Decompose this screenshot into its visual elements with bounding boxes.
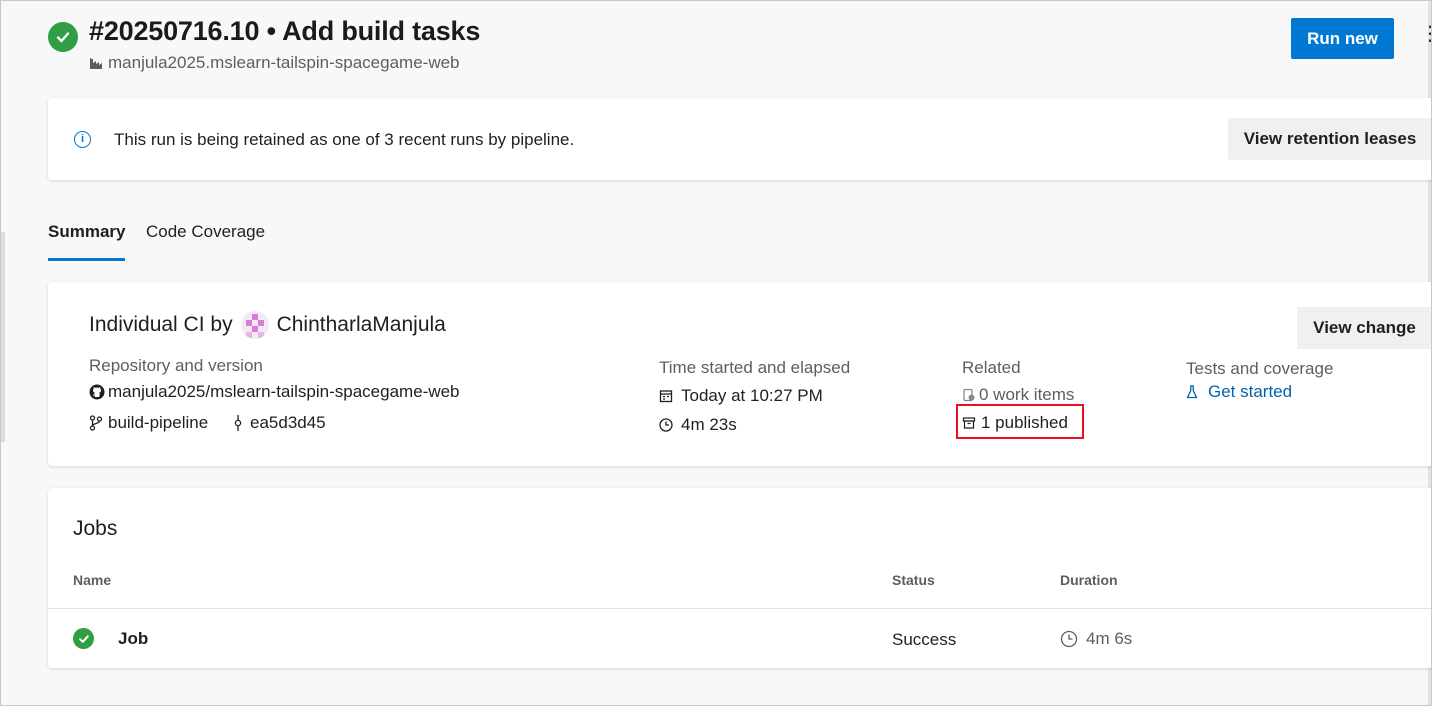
run-title: #20250716.10 • Add build tasks	[89, 16, 481, 46]
github-icon	[89, 384, 105, 400]
trigger-prefix: Individual CI by	[89, 313, 233, 336]
tests-label: Tests and coverage	[1186, 359, 1334, 378]
related-label: Related	[962, 358, 1021, 377]
retention-banner: i This run is being retained as one of 3…	[48, 98, 1432, 180]
clock-icon	[1060, 630, 1078, 648]
repo-version-label: Repository and version	[89, 356, 263, 375]
user-name[interactable]: ChintharlaManjula	[277, 313, 446, 337]
flask-icon	[1186, 385, 1198, 399]
success-check-icon	[48, 22, 78, 52]
elapsed-time: 4m 23s	[659, 415, 737, 435]
more-actions-icon[interactable]: ⋮	[1420, 24, 1432, 44]
jobs-divider	[48, 608, 1432, 609]
left-scrollbar[interactable]	[0, 232, 5, 442]
time-label: Time started and elapsed	[659, 358, 851, 377]
pipeline-repo-name: manjula2025.mslearn-tailspin-spacegame-w…	[108, 53, 460, 72]
start-time: Today at 10:27 PM	[659, 386, 823, 406]
work-items-link[interactable]: 0 work items	[962, 385, 1074, 405]
summary-card: Individual CI by ChintharlaManjula View …	[48, 282, 1432, 466]
jobs-card: Jobs Name Status Duration Job Success 4m…	[48, 488, 1432, 668]
column-header-name: Name	[73, 572, 112, 588]
elapsed-time-text: 4m 23s	[681, 415, 737, 434]
column-header-status: Status	[892, 572, 935, 588]
retention-message: This run is being retained as one of 3 r…	[114, 130, 575, 149]
repo-name: manjula2025/mslearn-tailspin-spacegame-w…	[108, 382, 460, 401]
tab-selected-indicator	[48, 258, 125, 261]
trigger-info: Individual CI by ChintharlaManjula	[89, 311, 446, 339]
work-items-text: 0 work items	[979, 385, 1075, 404]
jobs-title: Jobs	[73, 517, 118, 540]
start-time-text: Today at 10:27 PM	[681, 386, 823, 405]
commit-link[interactable]: ea5d3d45	[234, 413, 326, 433]
tab-summary[interactable]: Summary	[48, 222, 125, 242]
column-header-duration: Duration	[1060, 572, 1118, 588]
repo-link[interactable]: manjula2025/mslearn-tailspin-spacegame-w…	[89, 382, 460, 402]
view-retention-leases-button[interactable]: View retention leases	[1228, 118, 1432, 160]
branch-icon	[89, 415, 103, 431]
run-new-button[interactable]: Run new	[1291, 18, 1394, 59]
job-success-icon	[73, 628, 94, 649]
view-change-button[interactable]: View change	[1297, 307, 1432, 349]
avatar[interactable]	[240, 311, 269, 339]
job-duration-text: 4m 6s	[1086, 629, 1133, 648]
get-started-link[interactable]: Get started	[1186, 382, 1292, 402]
job-duration: 4m 6s	[1060, 629, 1132, 649]
pipeline-repo[interactable]: manjula2025.mslearn-tailspin-spacegame-w…	[89, 53, 460, 73]
tab-code-coverage[interactable]: Code Coverage	[146, 222, 265, 242]
work-item-icon	[963, 388, 975, 402]
get-started-text: Get started	[1208, 382, 1293, 401]
clock-icon	[659, 418, 673, 432]
branch-link[interactable]: build-pipeline	[89, 413, 208, 433]
branch-name: build-pipeline	[108, 413, 209, 432]
calendar-icon	[659, 390, 673, 403]
published-highlight	[956, 404, 1084, 439]
job-status: Success	[892, 630, 957, 649]
commit-id: ea5d3d45	[250, 413, 326, 432]
info-icon: i	[74, 131, 91, 148]
commit-icon	[234, 415, 242, 431]
job-name[interactable]: Job	[118, 629, 148, 649]
pipeline-icon	[90, 58, 102, 69]
